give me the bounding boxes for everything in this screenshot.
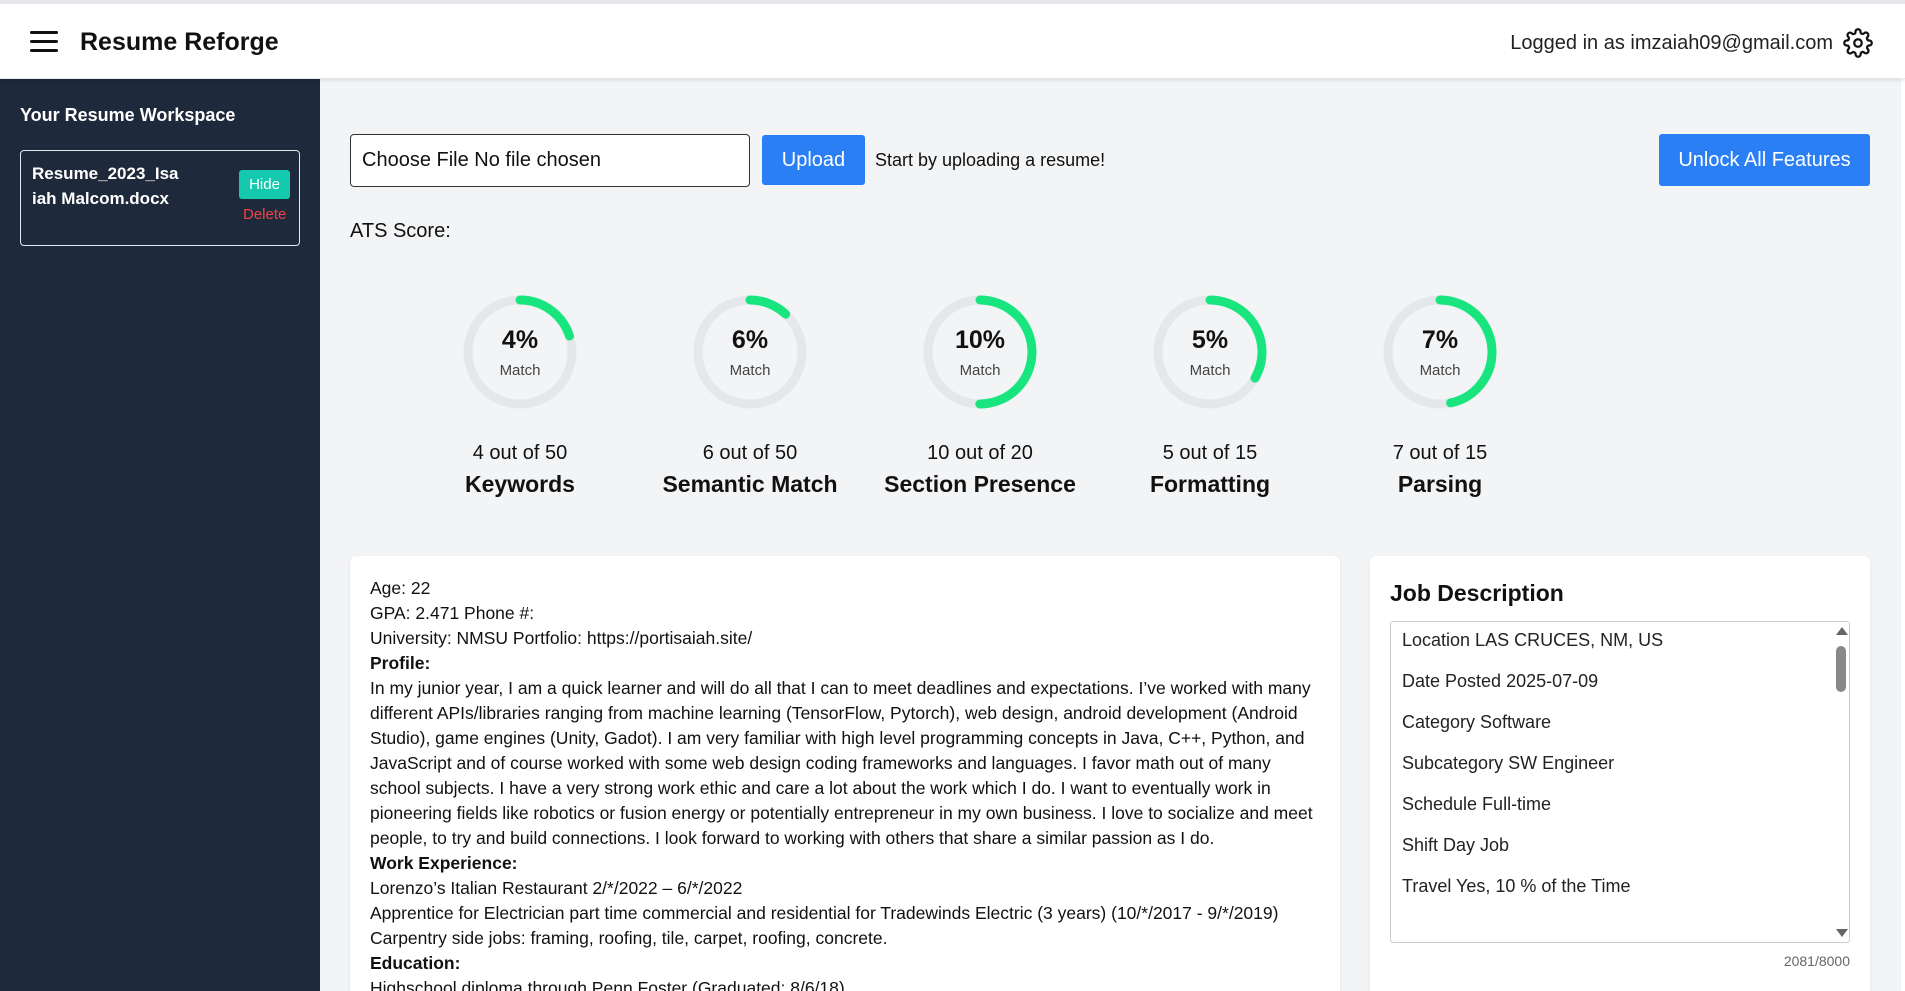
progress-ring: 10% Match: [910, 282, 1050, 422]
resume-line: GPA: 2.471 Phone #:: [370, 603, 535, 623]
job-description-line: Subcategory SW Engineer: [1402, 753, 1615, 773]
resume-file-card[interactable]: Resume_2023_Isaiah Malcom.docx Hide Dele…: [20, 150, 300, 246]
gauge-match-label: Match: [1419, 362, 1461, 379]
gauge-match-label: Match: [959, 362, 1001, 379]
hamburger-menu-icon[interactable]: [30, 31, 58, 53]
gear-icon[interactable]: [1843, 28, 1873, 58]
progress-ring: 7% Match: [1370, 282, 1510, 422]
gauge-percent: 7%: [1421, 326, 1459, 354]
progress-ring: 6% Match: [680, 282, 820, 422]
gauge-percent: 6%: [731, 326, 769, 354]
app-header: Resume Reforge Logged in as imzaiah09@gm…: [0, 4, 1905, 79]
delete-button[interactable]: Delete: [243, 206, 286, 223]
progress-ring: 4% Match: [450, 282, 590, 422]
job-description-panel: Job Description Travel Yes, 10 % of the …: [1370, 556, 1870, 991]
resume-section-heading: Education:: [370, 953, 461, 973]
scroll-down-arrow-icon[interactable]: [1836, 929, 1848, 937]
scrollbar-thumb[interactable]: [1836, 646, 1846, 692]
resume-line: different APIs/libraries ranging from ma…: [370, 703, 1298, 723]
resume-line: Age: 22: [370, 578, 431, 598]
gauge-category: Parsing: [1397, 471, 1483, 497]
resume-line: people, to try and build connections. I …: [370, 828, 1215, 848]
resume-line: In my junior year, I am a quick learner …: [370, 678, 1311, 698]
job-description-line: Date Posted 2025-07-09: [1402, 671, 1599, 691]
upload-button[interactable]: Upload: [762, 135, 865, 185]
resume-section-heading: Profile:: [370, 653, 431, 673]
gauge-match-label: Match: [499, 362, 541, 379]
job-description-title: Job Description: [1390, 580, 1564, 606]
unlock-features-button[interactable]: Unlock All Features: [1659, 134, 1870, 186]
file-chooser-input[interactable]: Choose File No file chosen: [350, 134, 750, 187]
ats-gauge-parsing: 7% Match 7 out of 15 Parsing: [1300, 282, 1580, 498]
resume-preview-panel: Age: 22 GPA: 2.471 Phone #: University: NM…: [350, 556, 1340, 991]
job-description-line: Schedule Full-time: [1402, 794, 1552, 814]
app-title: Resume Reforge: [80, 28, 279, 56]
main-content: Choose File No file chosen Upload Start …: [320, 79, 1905, 991]
resume-file-name[interactable]: Resume_2023_Isaiah Malcom.docx: [32, 161, 182, 211]
job-description-line: Shift Day Job: [1402, 835, 1510, 855]
resume-line: school subjects. I have a very strong wo…: [370, 778, 1271, 798]
resume-text: Age: 22 GPA: 2.471 Phone #: University: NM…: [370, 576, 1325, 991]
sidebar-title: Your Resume Workspace: [20, 105, 236, 125]
ats-score-label: ATS Score:: [350, 220, 451, 242]
job-description-line: Location LAS CRUCES, NM, US: [1402, 630, 1664, 650]
resume-line: Highschool diploma through Penn Foster (…: [370, 978, 845, 991]
gauge-score: 7 out of 15: [1392, 442, 1488, 464]
hide-button[interactable]: Hide: [239, 170, 290, 199]
progress-ring: 5% Match: [1140, 282, 1280, 422]
scrollbar[interactable]: [1832, 622, 1849, 942]
gauge-match-label: Match: [729, 362, 771, 379]
gauge-percent: 5%: [1191, 326, 1229, 354]
resume-line: University: NMSU Portfolio: https://port…: [370, 628, 753, 648]
resume-line: pioneering fields like robotics or fusio…: [370, 803, 1313, 823]
resume-line: Apprentice for Electrician part time com…: [370, 903, 1279, 923]
scroll-up-arrow-icon[interactable]: [1836, 627, 1848, 635]
resume-section-heading: Work Experience:: [370, 853, 518, 873]
character-count: 2081/8000: [1783, 953, 1850, 969]
upload-hint: Start by uploading a resume!: [875, 150, 1106, 170]
gauge-percent: 4%: [501, 326, 539, 354]
resume-line: JavaScript and of course worked with som…: [370, 753, 1271, 773]
job-description-line: Category Software: [1402, 712, 1552, 732]
sidebar: Your Resume Workspace Resume_2023_Isaiah…: [0, 79, 320, 991]
job-description-line: Travel Yes, 10 % of the Time: [1402, 876, 1631, 896]
resume-line: Studio), game engines (Unity, Gadot). I …: [370, 728, 1305, 748]
job-description-textarea[interactable]: Travel Yes, 10 % of the Time Shift Day Jo…: [1390, 621, 1850, 943]
gauge-match-label: Match: [1189, 362, 1231, 379]
gauge-percent: 10%: [954, 326, 1006, 354]
resume-line: Lorenzo’s Italian Restaurant 2/*/2022 – …: [370, 878, 743, 898]
login-status: Logged in as imzaiah09@gmail.com: [1510, 32, 1833, 54]
resume-line: Carpentry side jobs: framing, roofing, t…: [370, 928, 888, 948]
